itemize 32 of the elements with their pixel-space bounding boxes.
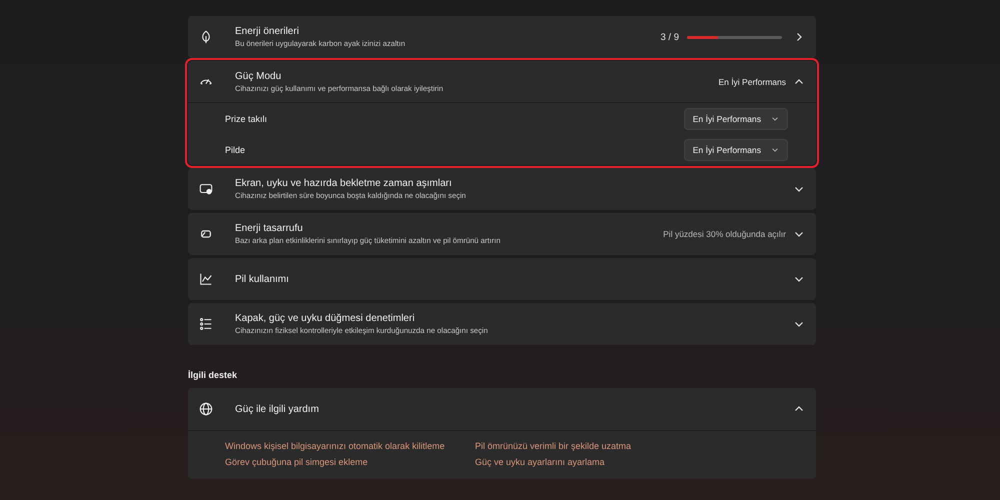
leaf-icon [199, 30, 213, 44]
caret-icon [771, 114, 779, 122]
help-link[interactable]: Windows kişisel bilgisayarınızı otomatik olarak kilitleme [225, 441, 475, 451]
help-title: Güç ile ilgili yardım [235, 404, 320, 414]
setting-title: Kapak, güç ve uyku düğmesi denetimleri [235, 313, 416, 324]
setting-title: Pil kullanımı [235, 274, 290, 284]
help-link[interactable]: Pil ömrünüzü verimli bir şekilde uzatma [475, 441, 816, 451]
chevron-right-icon [794, 32, 804, 42]
mode-dropdown[interactable]: En İyi Performans [684, 108, 788, 130]
setting-value: En İyi Performans [718, 76, 786, 86]
chevron-down-icon[interactable] [794, 184, 804, 194]
section-heading: İlgili destek [188, 370, 238, 380]
option-label: Prize takılı [225, 114, 268, 124]
setting-title: Enerji tasarrufu [235, 223, 304, 234]
option-label: Pilde [225, 144, 246, 154]
help-link[interactable]: Görev çubuğuna pil simgesi ekleme [225, 457, 475, 467]
progress-count: 3 / 9 [660, 32, 679, 42]
setting-value: Pil yüzdesi 30% olduğunda açılır [663, 229, 786, 239]
setting-title: Enerji önerileri [235, 26, 300, 37]
list-icon [199, 317, 213, 331]
help-link[interactable]: Güç ve uyku ayarlarını ayarlama [475, 457, 816, 467]
setting-title: Ekran, uyku ve hazırda bekletme zaman aşımları [235, 178, 453, 189]
caret-icon [771, 146, 779, 154]
setting-title: Güç Modu [235, 70, 282, 82]
monitor-icon [199, 182, 213, 196]
globe-icon [199, 402, 213, 416]
chevron-down-icon[interactable] [794, 229, 804, 239]
line-chart-icon [199, 272, 213, 286]
chevron-down-icon[interactable] [794, 319, 804, 329]
chevron-up-icon[interactable] [794, 76, 804, 86]
chevron-down-icon[interactable] [794, 274, 804, 284]
mode-dropdown[interactable]: En İyi Performans [684, 138, 788, 160]
